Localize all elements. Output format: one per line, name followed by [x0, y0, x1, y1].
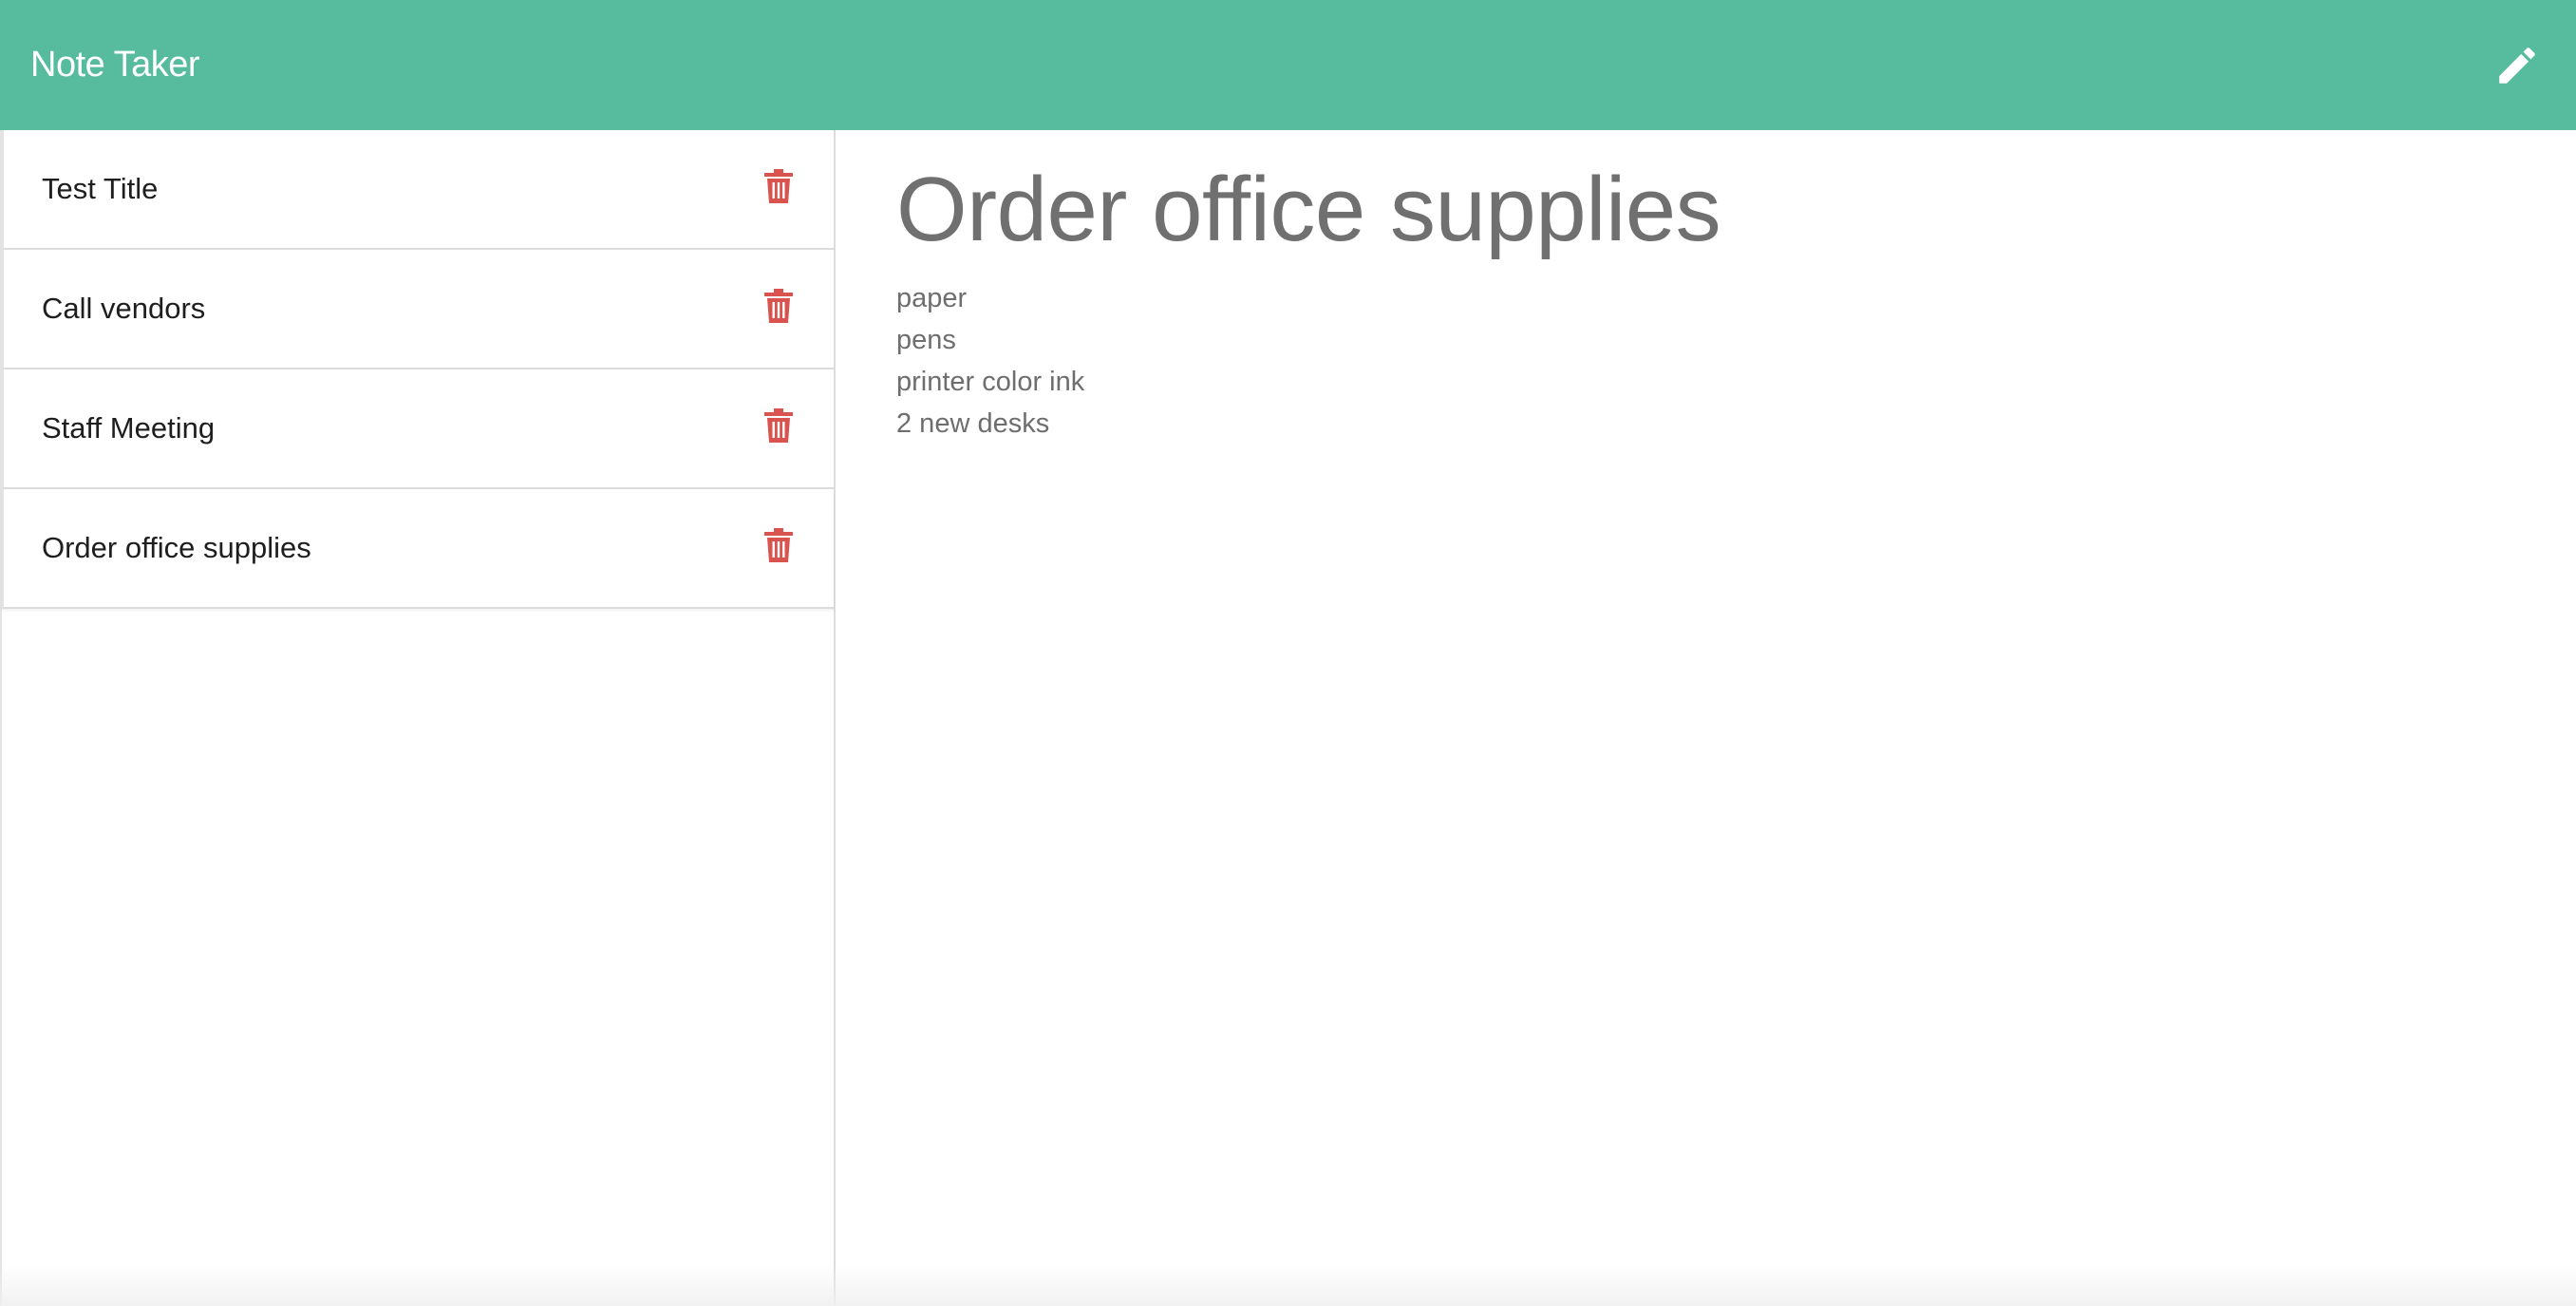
note-title[interactable]: Order office supplies — [42, 531, 311, 565]
trash-icon — [764, 169, 793, 203]
note-body-line: printer color ink — [896, 367, 1085, 398]
new-note-button[interactable] — [2491, 39, 2544, 92]
list-item[interactable]: Test Title — [2, 130, 834, 250]
trash-icon — [764, 289, 793, 323]
note-title[interactable]: Call vendors — [42, 292, 205, 326]
list-item[interactable]: Call vendors — [2, 250, 834, 369]
list-item[interactable]: Staff Meeting — [2, 369, 834, 489]
list-item[interactable]: Order office supplies — [2, 489, 834, 609]
note-title[interactable]: Staff Meeting — [42, 411, 215, 445]
app-title[interactable]: Note Taker — [30, 45, 200, 85]
pencil-icon — [2499, 47, 2535, 84]
delete-note-button[interactable] — [760, 526, 798, 564]
note-list: Test Title Call vendors Staff Meeting Or… — [2, 130, 834, 609]
trash-icon — [764, 408, 793, 443]
note-editor: Order office supplies paper pens printer… — [837, 130, 2576, 1306]
delete-note-button[interactable] — [760, 407, 798, 445]
trash-icon — [764, 528, 793, 562]
note-body-line: paper — [896, 283, 968, 314]
navbar: Note Taker — [0, 0, 2576, 130]
note-body-line: 2 new desks — [896, 408, 1050, 440]
note-title-field[interactable]: Order office supplies — [896, 155, 2576, 264]
delete-note-button[interactable] — [760, 167, 798, 205]
note-title[interactable]: Test Title — [42, 172, 158, 206]
delete-note-button[interactable] — [760, 287, 798, 325]
note-body-line: pens — [896, 325, 956, 356]
note-sidebar: Test Title Call vendors Staff Meeting Or… — [0, 130, 836, 1306]
note-body-field[interactable]: paper pens printer color ink 2 new desks — [896, 277, 2576, 445]
